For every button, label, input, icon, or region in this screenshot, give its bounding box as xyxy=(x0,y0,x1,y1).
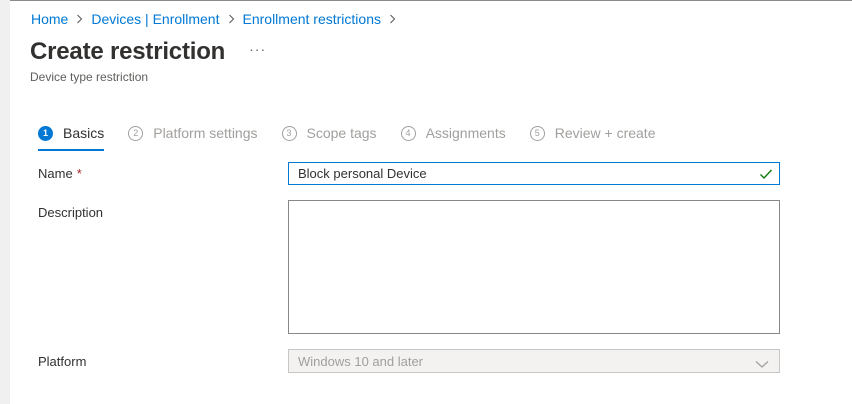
wizard-steps: 1 Basics 2 Platform settings 3 Scope tag… xyxy=(38,120,656,151)
platform-dropdown[interactable]: Windows 10 and later xyxy=(288,349,780,373)
description-textarea[interactable] xyxy=(288,200,780,334)
top-divider xyxy=(10,0,852,1)
wizard-step-scope-tags[interactable]: 3 Scope tags xyxy=(281,121,377,145)
step-number-badge: 1 xyxy=(38,125,53,141)
name-field-label: Name * xyxy=(38,166,82,181)
breadcrumb-enrollment-restrictions[interactable]: Enrollment restrictions xyxy=(243,11,382,27)
checkmark-icon xyxy=(759,167,773,185)
platform-field-label: Platform xyxy=(38,354,87,369)
name-input-value: Block personal Device xyxy=(298,166,427,181)
left-rail xyxy=(0,0,10,404)
page-title: Create restriction xyxy=(30,38,226,65)
step-number-badge: 3 xyxy=(281,125,297,141)
more-options-button[interactable]: ··· xyxy=(249,41,266,57)
name-label-text: Name xyxy=(38,166,73,181)
step-label: Assignments xyxy=(425,125,506,141)
page-header: Create restriction ··· xyxy=(30,38,266,66)
chevron-down-icon xyxy=(755,356,769,374)
breadcrumb-devices-enrollment[interactable]: Devices | Enrollment xyxy=(91,11,219,27)
name-input[interactable]: Block personal Device xyxy=(288,162,780,185)
chevron-right-icon xyxy=(228,14,235,24)
wizard-step-basics[interactable]: 1 Basics xyxy=(38,121,105,151)
step-label: Platform settings xyxy=(153,125,258,141)
wizard-step-platform-settings[interactable]: 2 Platform settings xyxy=(128,121,258,145)
breadcrumb: Home Devices | Enrollment Enrollment res… xyxy=(31,11,404,27)
required-marker: * xyxy=(76,166,82,181)
platform-selected-value: Windows 10 and later xyxy=(298,353,424,369)
wizard-step-assignments[interactable]: 4 Assignments xyxy=(400,121,506,145)
step-number-badge: 4 xyxy=(400,125,416,141)
step-label: Scope tags xyxy=(306,125,377,141)
breadcrumb-home[interactable]: Home xyxy=(31,11,68,27)
chevron-right-icon xyxy=(76,14,83,24)
step-label: Basics xyxy=(63,125,105,141)
chevron-right-icon xyxy=(389,14,396,24)
page-subtitle: Device type restriction xyxy=(30,70,149,84)
step-number-badge: 5 xyxy=(529,125,545,141)
step-label: Review + create xyxy=(554,125,656,141)
wizard-step-review-create[interactable]: 5 Review + create xyxy=(529,121,656,145)
description-field-label: Description xyxy=(38,205,104,220)
step-number-badge: 2 xyxy=(128,125,144,141)
